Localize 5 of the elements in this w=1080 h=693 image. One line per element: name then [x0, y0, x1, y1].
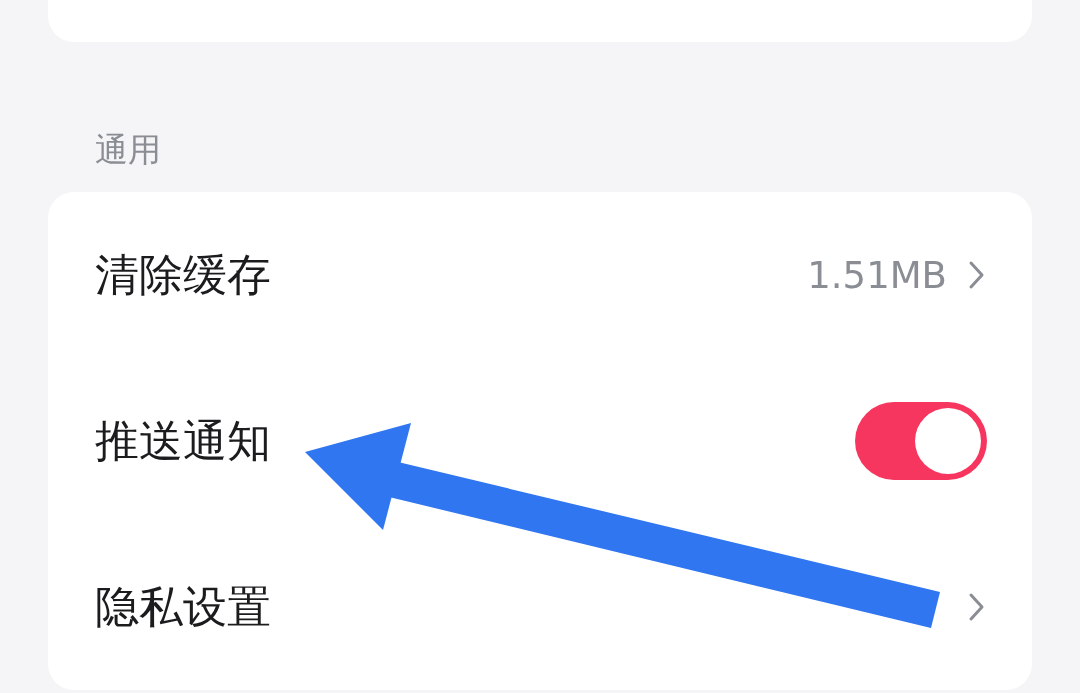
setting-value: 1.51MB [807, 253, 947, 297]
setting-label[interactable]: 隐私设置 [95, 577, 967, 637]
setting-label[interactable]: 清除缓存 [95, 245, 808, 305]
section-title: 通用 [95, 130, 162, 170]
setting-label[interactable]: 推送通知 [95, 411, 855, 471]
